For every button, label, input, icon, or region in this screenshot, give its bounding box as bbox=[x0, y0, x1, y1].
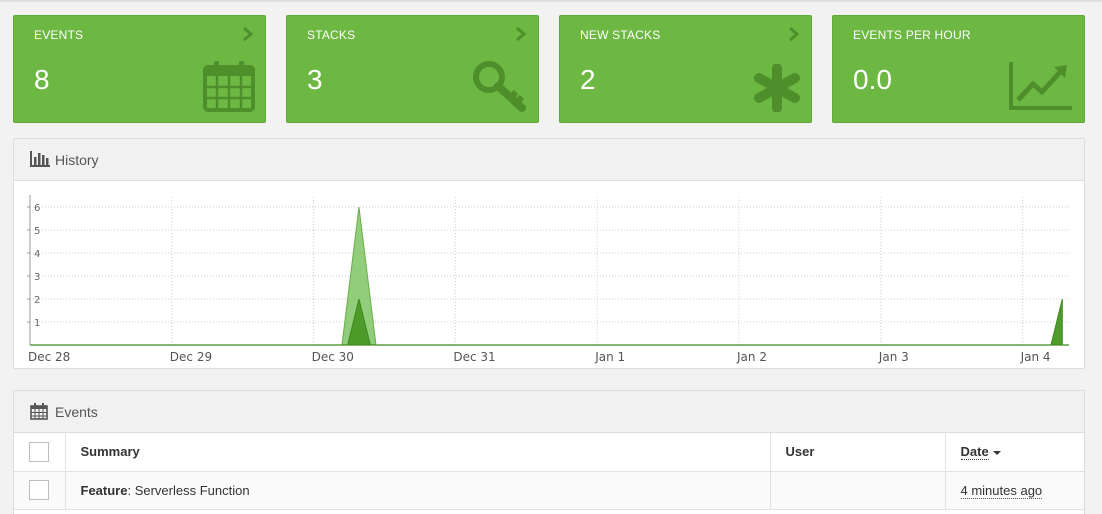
tile-value: 2 bbox=[580, 64, 596, 95]
asterisk-icon bbox=[754, 64, 800, 112]
x-tick-label: Jan 3 bbox=[878, 350, 909, 364]
y-tick-label: 1 bbox=[34, 318, 40, 329]
column-date[interactable]: Date bbox=[945, 433, 1084, 472]
tile-stacks[interactable]: STACKS 3 bbox=[286, 15, 539, 123]
y-tick-label: 5 bbox=[34, 226, 40, 237]
top-shadow bbox=[0, 0, 1102, 3]
y-tick-label: 2 bbox=[34, 295, 40, 306]
tile-value: 3 bbox=[307, 64, 323, 95]
history-header: History bbox=[14, 139, 1084, 181]
row-date-cell: 4 minutes ago bbox=[945, 471, 1084, 510]
chevron-right-icon[interactable] bbox=[787, 26, 801, 42]
event-summary[interactable]: Serverless Function bbox=[135, 483, 250, 498]
tile-events[interactable]: EVENTS 8 bbox=[13, 15, 266, 123]
x-tick-label: Dec 29 bbox=[170, 350, 212, 364]
stats-tiles: EVENTS 8 STACKS 3 NEW STACKS 2 EVENTS PE… bbox=[13, 15, 1085, 123]
bar-chart-icon bbox=[30, 151, 50, 167]
y-tick-label: 3 bbox=[34, 272, 40, 283]
events-panel: Events Summary User Date Feature: Server… bbox=[13, 390, 1085, 514]
table-row[interactable]: Feature: Serverless Function 4 minutes a… bbox=[14, 471, 1084, 510]
row-date[interactable]: 4 minutes ago bbox=[960, 482, 1043, 499]
calendar-icon bbox=[30, 403, 48, 420]
tile-label: EVENTS bbox=[34, 28, 84, 42]
summary-separator: : bbox=[127, 482, 135, 498]
date-sort-link[interactable]: Date bbox=[960, 444, 989, 461]
history-title: History bbox=[55, 152, 99, 168]
history-panel: History 1 2 3 4 5 6 Dec 28 Dec 29 Dec 30 Dec 31 Ja… bbox=[13, 138, 1085, 369]
select-all-cell bbox=[14, 433, 66, 472]
chevron-right-icon[interactable] bbox=[514, 26, 528, 42]
row-checkbox[interactable] bbox=[29, 480, 49, 500]
x-tick-label: Jan 4 bbox=[1020, 350, 1051, 364]
chevron-right-icon[interactable] bbox=[241, 26, 255, 42]
tile-label: EVENTS PER HOUR bbox=[853, 28, 971, 42]
caret-down-icon bbox=[992, 450, 1001, 455]
select-all-checkbox[interactable] bbox=[29, 441, 49, 462]
series-area bbox=[346, 298, 1063, 346]
y-tick-label: 6 bbox=[34, 203, 40, 214]
row-select-cell bbox=[14, 471, 66, 510]
events-header: Events bbox=[14, 391, 1084, 433]
y-tick-label: 4 bbox=[34, 249, 40, 260]
x-tick-label: Dec 28 bbox=[28, 350, 70, 364]
trend-chart-icon bbox=[1009, 62, 1072, 110]
tile-new-stacks[interactable]: NEW STACKS 2 bbox=[559, 15, 812, 123]
column-user: User bbox=[770, 433, 946, 472]
x-tick-label: Dec 30 bbox=[312, 350, 354, 364]
tile-value: 8 bbox=[34, 64, 50, 95]
events-table: Summary User Date Feature: Serverless Fu… bbox=[14, 433, 1084, 510]
x-tick-label: Dec 31 bbox=[453, 350, 495, 364]
row-summary[interactable]: Feature: Serverless Function bbox=[65, 471, 771, 510]
tile-events-per-hour[interactable]: EVENTS PER HOUR 0.0 bbox=[832, 15, 1085, 123]
table-header-row: Summary User Date bbox=[14, 433, 1084, 472]
calendar-icon bbox=[203, 61, 255, 112]
events-title: Events bbox=[55, 404, 98, 420]
key-icon bbox=[473, 61, 526, 112]
event-type: Feature bbox=[80, 482, 128, 498]
series-area bbox=[341, 206, 1059, 346]
history-chart[interactable]: 1 2 3 4 5 6 Dec 28 Dec 29 Dec 30 Dec 31 Jan 1 Jan 2… bbox=[14, 181, 1085, 369]
column-summary: Summary bbox=[65, 433, 771, 472]
tile-label: NEW STACKS bbox=[580, 28, 661, 42]
x-tick-label: Jan 2 bbox=[736, 350, 767, 364]
row-user bbox=[770, 471, 946, 510]
x-tick-label: Jan 1 bbox=[594, 350, 625, 364]
tile-label: STACKS bbox=[307, 28, 356, 42]
tile-value: 0.0 bbox=[853, 64, 892, 95]
